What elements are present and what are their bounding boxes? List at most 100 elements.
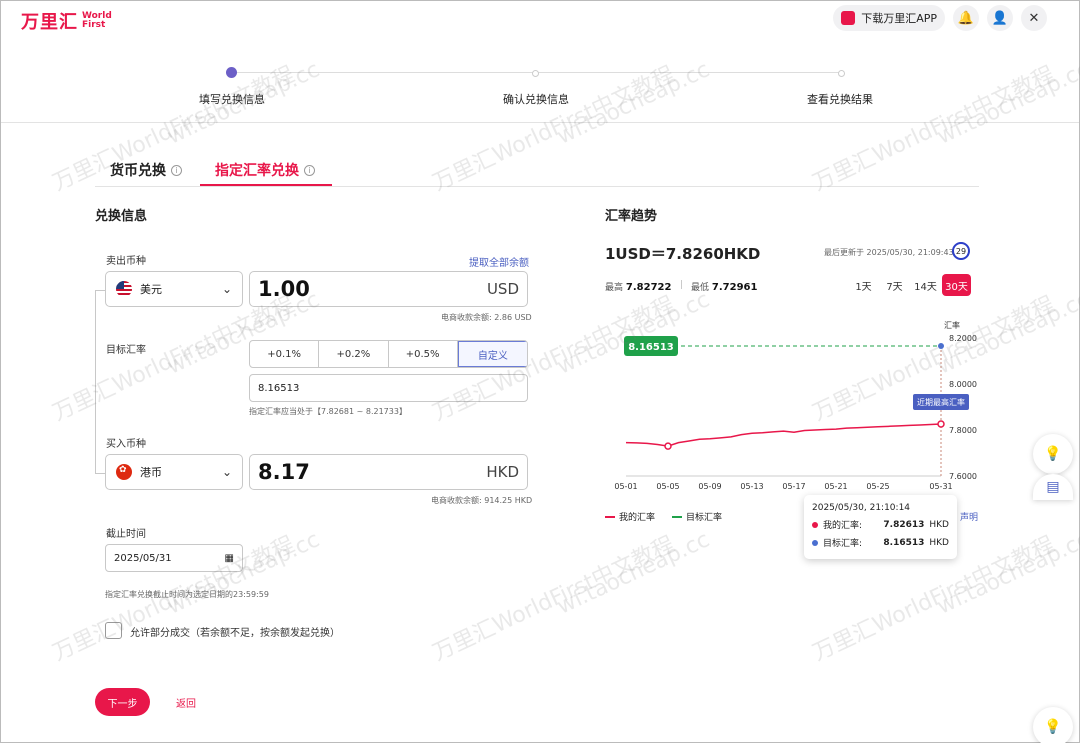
- close-icon[interactable]: ✕: [1021, 5, 1047, 31]
- high-point-marker: [937, 420, 945, 428]
- low-rate: 最低 7.72961: [691, 280, 757, 293]
- step-dot-2: [532, 70, 539, 77]
- disclaimer-link[interactable]: 声明: [960, 510, 978, 523]
- calendar-icon: ▦: [224, 552, 234, 564]
- buy-currency-select[interactable]: 港币 ⌄: [105, 454, 243, 490]
- rate-trend-title: 汇率趋势: [605, 209, 658, 224]
- y-tick-label: 8.0000: [949, 380, 977, 389]
- sell-amount-value: 1.00: [258, 277, 310, 301]
- target-rate-label: 目标汇率: [106, 345, 146, 356]
- high-value: 7.82722: [625, 282, 672, 293]
- y-tick-label: 7.6000: [949, 472, 977, 481]
- tooltip-time: 2025/05/30, 21:10:14: [812, 503, 911, 513]
- legend-mine: 我的汇率: [605, 510, 655, 523]
- target-rate-value: 8.16513: [258, 382, 300, 394]
- watermark: 万里汇WorldFirst中文教程: [809, 62, 1059, 197]
- watermark: wf.taocheap.cc: [163, 527, 324, 620]
- deadline-date-picker[interactable]: 2025/05/31 ▦: [105, 544, 243, 572]
- rate-range-hint: 指定汇率应当处于【7.82681 ~ 8.21733】: [249, 407, 407, 416]
- tooltip-mine-row: 我的汇率: 7.82613 HKD: [812, 518, 949, 531]
- rate-trend-chart[interactable]: 汇率 8.2000 8.0000 7.8000 7.6000 05-01 05-05 05-0…: [601, 316, 981, 496]
- rate-option-0-2[interactable]: +0.2%: [319, 341, 389, 367]
- last-updated: 最后更新于 2025/05/30, 21:09:43: [824, 248, 954, 257]
- info-icon[interactable]: i: [171, 164, 182, 176]
- sell-currency-select[interactable]: 美元 ⌄: [105, 271, 243, 307]
- next-button[interactable]: 下一步: [95, 688, 150, 716]
- user-icon[interactable]: 👤: [987, 5, 1013, 31]
- low-value: 7.72961: [711, 282, 758, 293]
- target-point-marker: [938, 343, 944, 350]
- sell-balance: 电商收款余额: 2.86 USD: [441, 313, 532, 322]
- rate-option-custom[interactable]: 自定义: [457, 341, 527, 367]
- tooltip-mine-dot: [812, 521, 818, 528]
- exchange-info-title: 兑换信息: [95, 209, 148, 224]
- watermark: 万里汇WorldFirst中文教程: [429, 62, 679, 197]
- low-label: 最低: [691, 283, 710, 293]
- top-actions: 下载万里汇APP 🔔 👤 ✕: [833, 5, 1047, 31]
- watermark: wf.taocheap.cc: [933, 57, 1080, 150]
- sell-currency-name: 美元: [140, 283, 162, 296]
- hk-flag-icon: [116, 464, 132, 480]
- step-dot-3: [838, 70, 845, 77]
- step-label-confirm: 确认兑换信息: [503, 93, 569, 106]
- tooltip-target-unit: HKD: [929, 537, 949, 548]
- target-rate-tag-text: 8.16513: [628, 342, 674, 353]
- logo[interactable]: 万里汇 World First: [21, 8, 114, 34]
- tab-currency-exchange[interactable]: 货币兑换 i: [110, 160, 182, 180]
- legend-target-mark: [672, 515, 682, 518]
- tooltip-mine-label: 我的汇率:: [823, 521, 863, 531]
- chart-tooltip: 2025/05/30, 21:10:14 我的汇率: 7.82613 HKD 目…: [804, 495, 957, 559]
- lightbulb-icon[interactable]: 💡: [1033, 434, 1073, 474]
- logo-en-text: World First: [82, 11, 112, 30]
- us-flag-icon: [116, 281, 132, 297]
- withdraw-all-link[interactable]: 提取全部余额: [469, 254, 529, 269]
- range-1d[interactable]: 1天: [849, 274, 878, 296]
- watermark: wf.taocheap.cc: [553, 527, 714, 620]
- buy-currency-name: 港币: [140, 466, 162, 479]
- separator: |: [680, 280, 684, 290]
- rate-preset-group: +0.1% +0.2% +0.5% 自定义: [249, 340, 528, 368]
- range-selector: 1天 7天 14天 30天: [849, 274, 971, 296]
- sell-currency-label: 卖出币种: [106, 256, 146, 267]
- tooltip-mine-unit: HKD: [929, 519, 949, 530]
- download-app-button[interactable]: 下载万里汇APP: [833, 5, 945, 31]
- deadline-hint: 指定汇率兑换截止时间为选定日期的23:59:59: [105, 590, 269, 599]
- tooltip-target-dot: [812, 539, 818, 546]
- lightbulb-icon-2[interactable]: 💡: [1033, 707, 1073, 743]
- info-icon[interactable]: i: [304, 164, 315, 176]
- partial-fill-checkbox[interactable]: [105, 622, 122, 639]
- tab-target-rate-exchange[interactable]: 指定汇率兑换 i: [215, 160, 315, 180]
- tab-currency-exchange-label: 货币兑换: [110, 163, 166, 179]
- range-30d[interactable]: 30天: [942, 274, 971, 296]
- chevron-down-icon: ⌄: [221, 465, 232, 479]
- refresh-countdown[interactable]: 29: [952, 242, 970, 260]
- buy-currency-label: 买入币种: [106, 439, 146, 450]
- range-7d[interactable]: 7天: [880, 274, 909, 296]
- rate-option-0-5[interactable]: +0.5%: [389, 341, 458, 367]
- sell-amount-input[interactable]: 1.00 USD: [249, 271, 528, 307]
- target-rate-input[interactable]: 8.16513: [249, 374, 528, 402]
- y-axis-label: 汇率: [944, 320, 960, 330]
- buy-amount-input[interactable]: 8.17 HKD: [249, 454, 528, 490]
- tooltip-target-label: 目标汇率:: [823, 539, 863, 549]
- step-label-result: 查看兑换结果: [807, 93, 873, 106]
- chevron-down-icon: ⌄: [221, 282, 232, 296]
- step-dot-1: [226, 67, 237, 78]
- tooltip-target-row: 目标汇率: 8.16513 HKD: [812, 536, 949, 549]
- current-rate: 1USD＝7.8260HKD: [605, 245, 761, 263]
- buy-currency-code: HKD: [486, 463, 519, 481]
- x-tick-label: 05-17: [782, 482, 805, 491]
- buy-amount-value: 8.17: [258, 460, 310, 484]
- logo-text: 万里汇: [21, 12, 78, 33]
- y-tick-label: 7.8000: [949, 426, 977, 435]
- back-link[interactable]: 返回: [176, 695, 196, 710]
- range-14d[interactable]: 14天: [911, 274, 940, 296]
- step-label-fill: 填写兑换信息: [199, 93, 265, 106]
- legend-target-label: 目标汇率: [686, 513, 723, 523]
- x-tick-label: 05-09: [698, 482, 721, 491]
- x-tick-label: 05-25: [866, 482, 889, 491]
- rate-option-0-1[interactable]: +0.1%: [250, 341, 320, 367]
- feedback-icon[interactable]: ▤: [1033, 474, 1073, 500]
- bell-icon[interactable]: 🔔: [953, 5, 979, 31]
- tabs-bar: [95, 186, 979, 187]
